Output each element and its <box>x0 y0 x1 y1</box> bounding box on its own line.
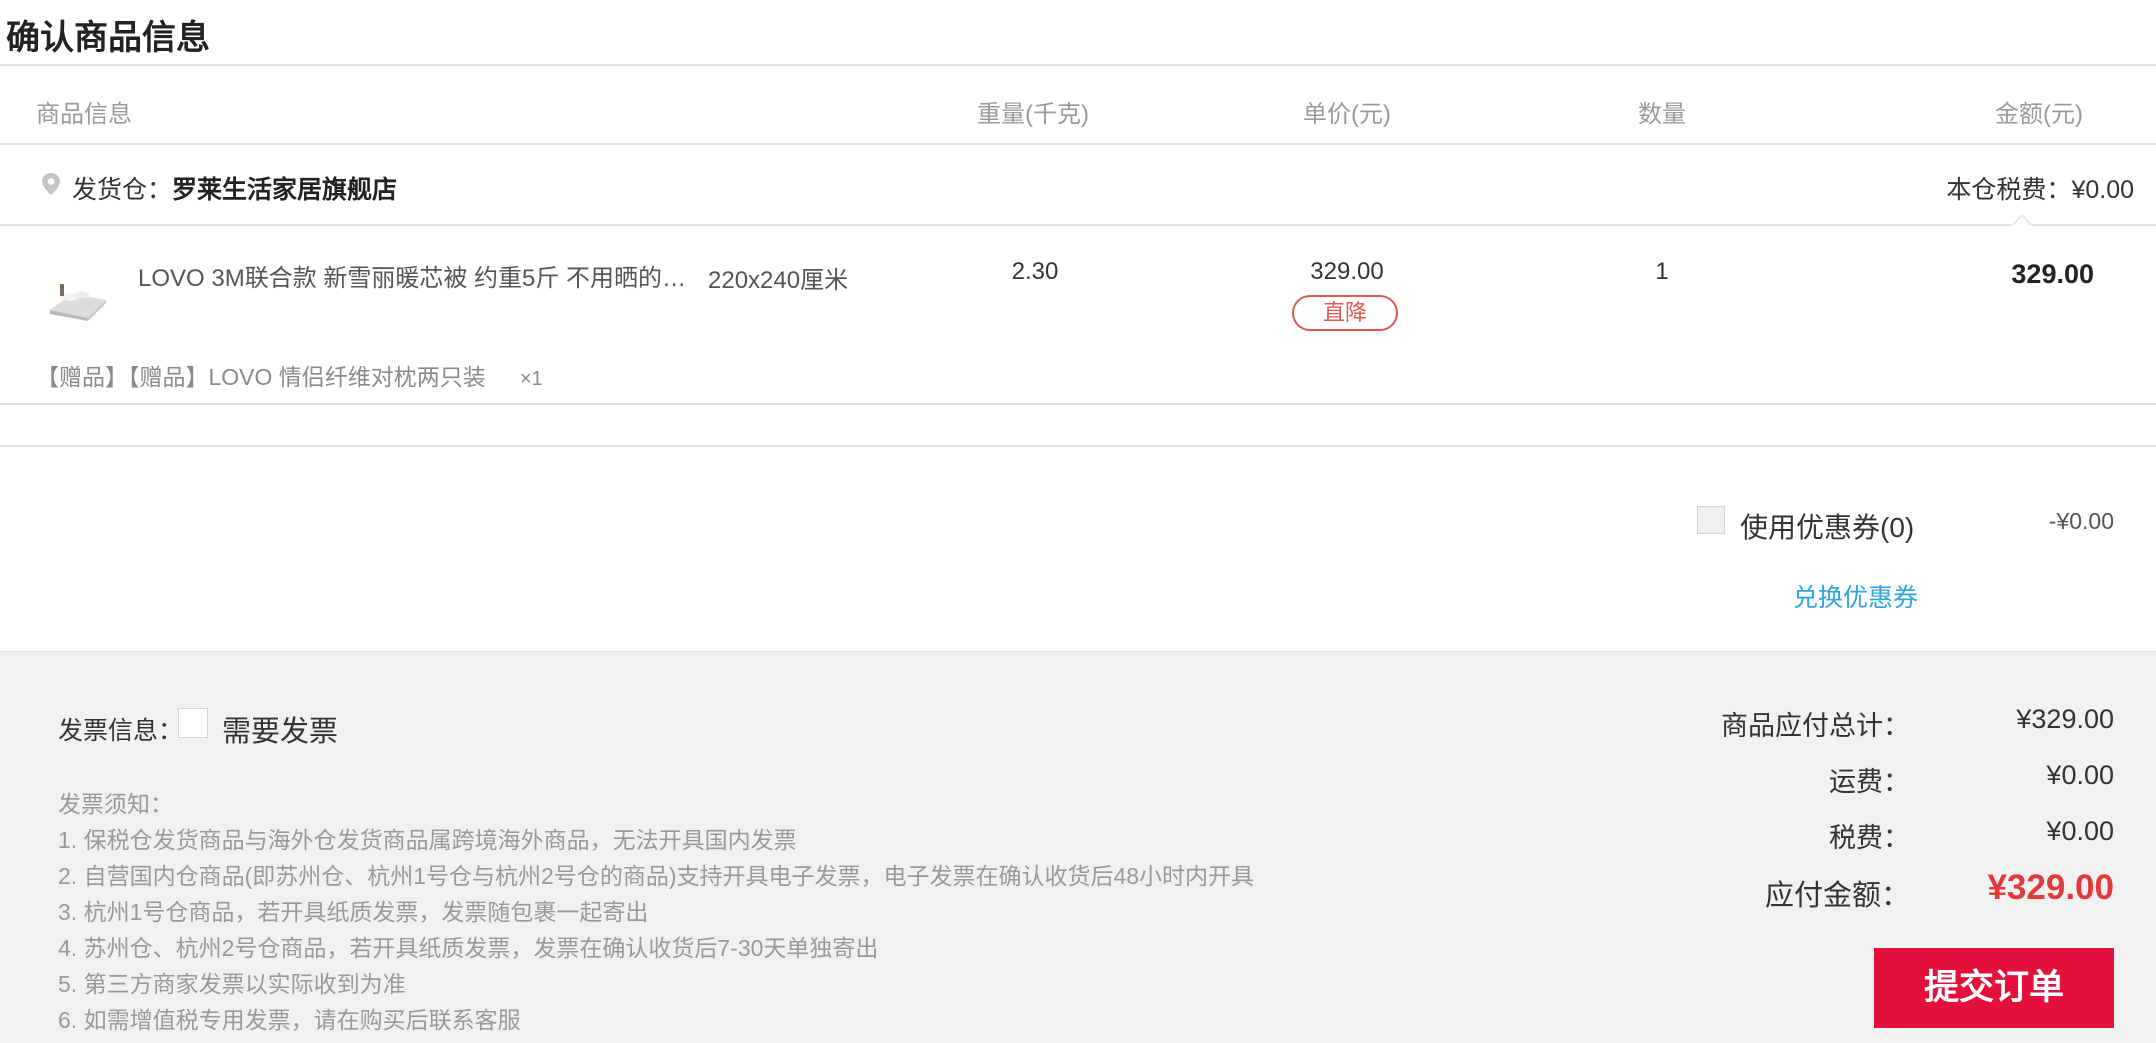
product-divider <box>0 403 2156 405</box>
panel-divider <box>0 651 2156 652</box>
submit-order-button[interactable]: 提交订单 <box>1874 948 2114 1028</box>
header-unit-price: 单价(元) <box>1303 101 1391 128</box>
notice-item: 3. 杭州1号仓商品，若开具纸质发票，发票随包裹一起寄出 <box>58 899 649 925</box>
tax-label: 税费： <box>1829 823 1910 853</box>
goods-total-value: ¥329.00 <box>2016 704 2114 734</box>
product-amount: 329.00 <box>2011 259 2094 289</box>
header-divider <box>0 143 2156 145</box>
header-weight: 重量(千克) <box>977 101 1089 128</box>
gift-text: 【赠品】【赠品】LOVO 情侣纤维对枕两只装 <box>36 364 486 390</box>
goods-total-label: 商品应付总计： <box>1721 711 1910 741</box>
header-quantity: 数量 <box>1638 101 1686 128</box>
notice-item: 4. 苏州仓、杭州2号仓商品，若开具纸质发票，发票在确认收货后7-30天单独寄出 <box>58 935 879 961</box>
product-spec: 220x240厘米 <box>708 267 849 294</box>
invoice-label: 发票信息： <box>58 717 184 745</box>
title-divider <box>0 64 2156 66</box>
warehouse-label: 发货仓： <box>72 176 173 204</box>
price-drop-badge: 直降 <box>1292 295 1398 331</box>
notice-item: 1. 保税仓发货商品与海外仓发货商品属跨境海外商品，无法开具国内发票 <box>58 827 797 853</box>
summary-shipping: 运费： ¥0.00 <box>1500 760 2114 804</box>
product-name-link[interactable]: LOVO 3M联合款 新雪丽暖芯被 约重5斤 不用晒的被子 <box>138 258 690 293</box>
redeem-coupon-link[interactable]: 兑换优惠券 <box>1793 578 1918 614</box>
notice-title: 发票须知： <box>58 791 173 817</box>
summary-tax: 税费： ¥0.00 <box>1500 816 2114 860</box>
product-weight: 2.30 <box>1011 258 1059 285</box>
coupon-amount: -¥0.00 <box>2048 508 2114 534</box>
summary-payable: 应付金额： ¥329.00 <box>1500 868 2114 916</box>
product-unit-price: 329.00 <box>1310 258 1384 285</box>
warehouse-tax-label: 本仓税费： <box>1946 176 2072 204</box>
invoice-notice: 发票须知： 1. 保税仓发货商品与海外仓发货商品属跨境海外商品，无法开具国内发票… <box>58 786 1254 1038</box>
shipping-label: 运费： <box>1829 767 1910 797</box>
payable-label: 应付金额： <box>1764 880 1910 912</box>
location-pin-icon <box>42 173 60 195</box>
coupon-label[interactable]: 使用优惠券(0) <box>1740 506 1914 546</box>
notice-item: 2. 自营国内仓商品(即苏州仓、杭州1号仓与杭州2号仓的商品)支持开具电子发票，… <box>58 863 1255 889</box>
warehouse-tax-value: ¥0.00 <box>2071 176 2134 204</box>
coupon-checkbox[interactable] <box>1697 506 1725 534</box>
gift-quantity: ×1 <box>519 368 543 390</box>
warehouse-divider <box>0 224 2156 226</box>
invoice-checkbox[interactable] <box>178 708 208 738</box>
notice-item: 5. 第三方商家发票以实际收到为准 <box>58 971 406 997</box>
header-product: 商品信息 <box>36 101 132 128</box>
product-thumbnail[interactable] <box>46 270 110 322</box>
warehouse-info: 发货仓：罗莱生活家居旗舰店 <box>72 170 397 206</box>
gift-item: 【赠品】【赠品】LOVO 情侣纤维对枕两只装 ×1 <box>36 358 543 392</box>
product-quantity: 1 <box>1655 258 1669 285</box>
payable-value: ¥329.00 <box>1987 868 2114 907</box>
shipping-value: ¥0.00 <box>2046 760 2114 790</box>
section-divider <box>0 445 2156 447</box>
header-amount: 金额(元) <box>1995 101 2083 128</box>
caret-up-icon <box>2012 214 2032 226</box>
summary-goods-total: 商品应付总计： ¥329.00 <box>1500 704 2114 748</box>
need-invoice-label[interactable]: 需要发票 <box>222 708 338 750</box>
tax-value: ¥0.00 <box>2046 816 2114 846</box>
warehouse-tax: 本仓税费：¥0.00 <box>1946 170 2134 206</box>
warehouse-name: 罗莱生活家居旗舰店 <box>172 176 398 204</box>
page-title: 确认商品信息 <box>6 19 210 57</box>
notice-item: 6. 如需增值税专用发票，请在购买后联系客服 <box>58 1007 521 1033</box>
